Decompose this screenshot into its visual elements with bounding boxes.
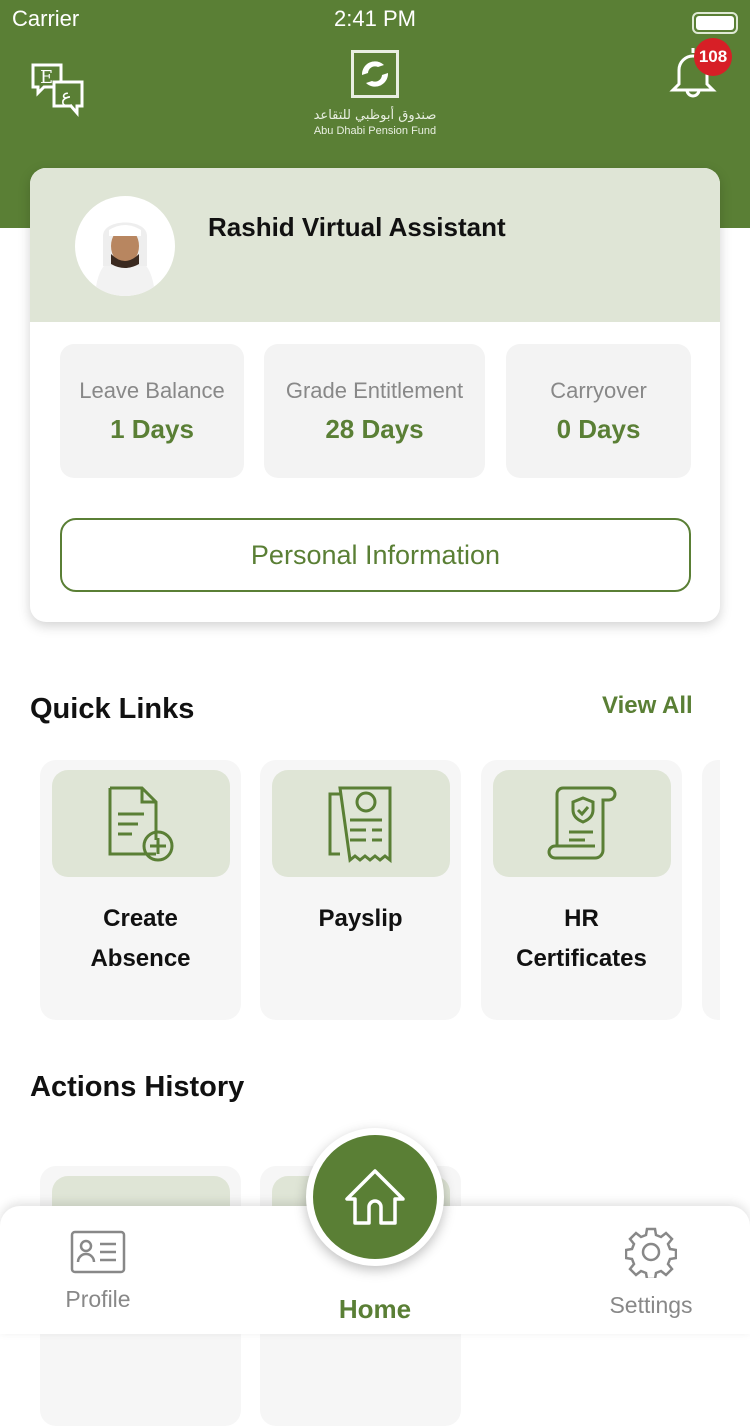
quick-link-label: Absence (90, 945, 191, 972)
quick-link-create-absence[interactable]: Create Absence (40, 760, 241, 1020)
assistant-card: Rashid Virtual Assistant Leave Balance 1 … (30, 168, 720, 622)
tab-profile[interactable]: Profile (48, 1230, 148, 1313)
logo-mark (351, 50, 399, 98)
quick-link-label: Create (103, 905, 178, 932)
stat-label: Grade Entitlement (285, 378, 464, 403)
gear-icon (624, 1227, 678, 1281)
tab-home-label[interactable]: Home (325, 1294, 425, 1325)
quick-link-hr-certificates[interactable]: HR Certificates (481, 760, 682, 1020)
quick-link-label: Payslip (318, 905, 403, 932)
stat-carryover: Carryover 0 Days (506, 344, 691, 478)
tab-label: Profile (65, 1286, 131, 1312)
stat-leave-balance: Leave Balance 1 Days (60, 344, 244, 478)
card-title: Rashid Virtual Assistant (208, 212, 506, 242)
actions-history-title: Actions History (30, 1071, 245, 1103)
document-add-icon (108, 786, 173, 861)
stat-value: 28 Days (325, 414, 424, 444)
battery-icon (692, 12, 738, 34)
certificate-icon (547, 786, 616, 859)
quick-link-label: Certificates (516, 945, 647, 972)
view-all-link[interactable]: View All (602, 692, 693, 720)
stat-value: 0 Days (556, 414, 641, 444)
logo-arabic: صندوق أبوظبي للتقاعد (313, 108, 437, 123)
notification-badge: 108 (694, 38, 732, 76)
quick-links-title: Quick Links (30, 693, 195, 725)
stat-value: 1 Days (110, 414, 194, 444)
home-button[interactable] (306, 1128, 444, 1266)
profile-card-icon (70, 1230, 126, 1274)
quick-link-partial[interactable] (702, 760, 720, 1020)
stat-grade-entitlement: Grade Entitlement 28 Days (264, 344, 485, 478)
stat-label: Carryover (550, 378, 647, 403)
quick-link-label: HR (564, 905, 599, 932)
status-bar: Carrier 2:41 PM (0, 6, 750, 36)
language-toggle-icon[interactable]: Eع (30, 62, 86, 118)
tab-label: Settings (609, 1292, 693, 1318)
clock: 2:41 PM (334, 6, 416, 31)
tab-settings[interactable]: Settings (596, 1226, 706, 1319)
payslip-icon (328, 786, 391, 863)
personal-information-button[interactable]: Personal Information (60, 518, 691, 592)
logo-english: Abu Dhabi Pension Fund (313, 125, 437, 137)
logo: صندوق أبوظبي للتقاعد Abu Dhabi Pension F… (300, 50, 450, 137)
avatar (75, 196, 175, 296)
svg-text:E: E (40, 67, 53, 88)
stat-label: Leave Balance (79, 378, 225, 403)
svg-text:ع: ع (61, 86, 72, 107)
home-icon (345, 1169, 405, 1225)
quick-link-payslip[interactable]: Payslip (260, 760, 461, 1020)
